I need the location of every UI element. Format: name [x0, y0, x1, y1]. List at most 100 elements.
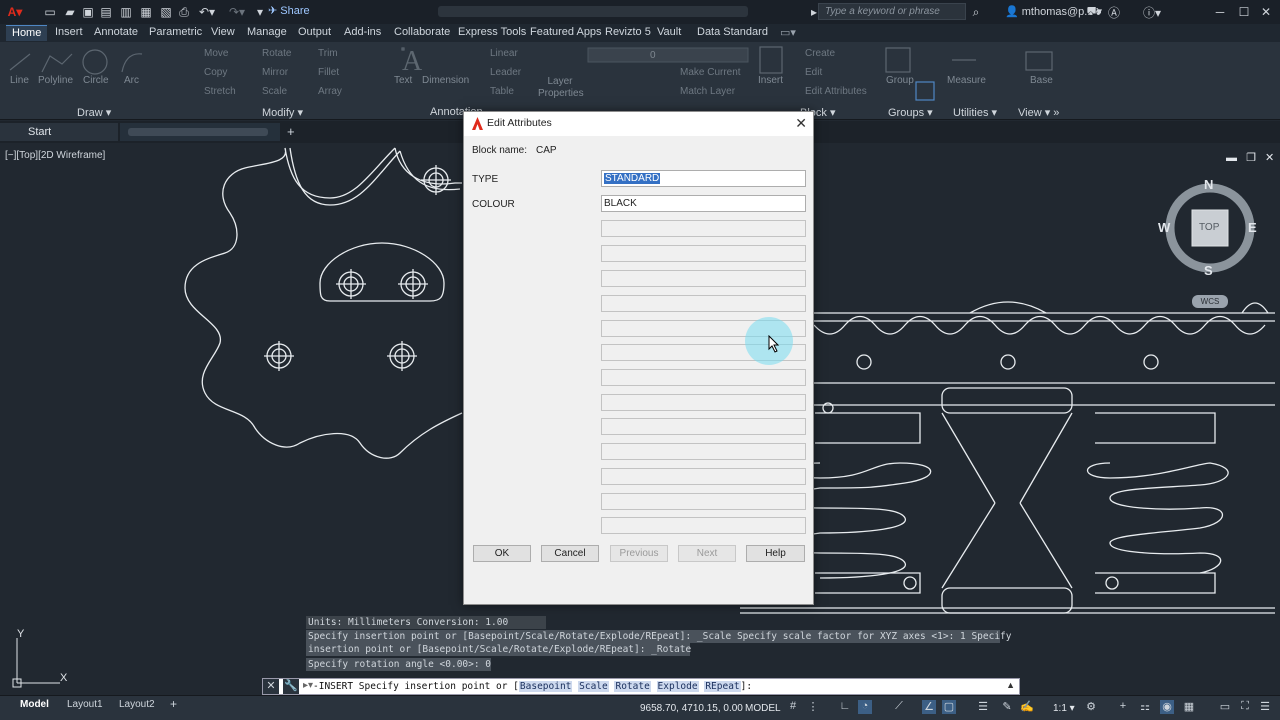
insert-block-tool[interactable]: Insert — [758, 75, 783, 86]
layer-dropdown[interactable]: 0 — [650, 50, 656, 61]
redo-icon[interactable]: ↷▾ — [226, 4, 248, 20]
viewcube-top-face[interactable]: TOP — [1199, 222, 1219, 233]
isolate-objects-icon[interactable]: ◉ — [1160, 700, 1174, 714]
search-input[interactable]: Type a keyword or phrase — [818, 3, 966, 20]
viewport-controls-label[interactable]: [−][Top][2D Wireframe] — [5, 150, 105, 161]
snap-icon[interactable]: ⋮ — [806, 700, 820, 714]
cancel-button[interactable]: Cancel — [541, 545, 599, 562]
make-current-tool[interactable]: Make Current — [680, 67, 741, 78]
viewport-minimize-icon[interactable]: ▬ — [1226, 152, 1237, 164]
close-command-line-icon[interactable]: ✕ — [263, 679, 279, 694]
autodesk-a360-icon[interactable]: Ⓐ — [1106, 4, 1122, 20]
save-icon[interactable]: ▤ — [98, 4, 114, 20]
dimension-tool[interactable]: Dimension — [422, 75, 469, 86]
viewport-close-icon[interactable]: ✕ — [1265, 152, 1274, 164]
new-icon[interactable]: ▭ — [42, 4, 58, 20]
add-layout-icon[interactable]: + — [170, 697, 177, 711]
save-web-icon[interactable]: ▥ — [118, 4, 134, 20]
tab-drawing[interactable] — [120, 123, 280, 141]
save-as-icon[interactable]: ▦ — [138, 4, 154, 20]
recent-commands-icon[interactable]: ▸▾ — [303, 680, 313, 691]
dialog-title-bar[interactable]: Edit Attributes ✕ — [464, 112, 813, 136]
fillet-tool[interactable]: Fillet — [318, 67, 339, 78]
tab-view[interactable]: View — [211, 26, 235, 38]
open-icon[interactable]: ▰ — [62, 4, 78, 20]
edit-attributes-tool[interactable]: Edit Attributes — [805, 86, 867, 97]
command-history-icon[interactable]: ▲ — [1006, 680, 1015, 690]
option-scale[interactable]: Scale — [578, 681, 609, 692]
maximize-icon[interactable]: ☐ — [1236, 4, 1252, 20]
stretch-tool[interactable]: Stretch — [204, 86, 236, 97]
grid-icon[interactable]: # — [786, 700, 800, 714]
search-icon[interactable]: ⌕ — [968, 4, 984, 20]
share-button[interactable]: ✈ Share — [268, 4, 310, 17]
create-block-tool[interactable]: Create — [805, 48, 835, 59]
viewport-restore-icon[interactable]: ❐ — [1246, 152, 1256, 164]
option-repeat[interactable]: REpeat — [704, 681, 741, 692]
base-view-tool[interactable]: Base — [1030, 75, 1053, 86]
tab-output[interactable]: Output — [298, 26, 331, 38]
undo-icon[interactable]: ↶▾ — [196, 4, 218, 20]
measure-tool[interactable]: Measure — [947, 75, 986, 86]
customize-icon[interactable]: 🔧 — [283, 679, 299, 694]
trim-tool[interactable]: Trim — [318, 48, 338, 59]
next-button[interactable]: Next — [678, 545, 736, 562]
circle-tool[interactable]: Circle — [83, 75, 109, 86]
rotate-tool[interactable]: Rotate — [262, 48, 291, 59]
mirror-tool[interactable]: Mirror — [262, 67, 288, 78]
table-tool[interactable]: Table — [490, 86, 514, 97]
object-snap-icon[interactable]: ▢ — [942, 700, 956, 714]
dialog-close-icon[interactable]: ✕ — [795, 115, 807, 132]
tab-express-tools[interactable]: Express Tools — [458, 26, 526, 38]
tab-home[interactable]: Home — [6, 25, 48, 41]
match-layer-tool[interactable]: Match Layer — [680, 86, 735, 97]
tab-insert[interactable]: Insert — [55, 26, 83, 38]
draw-panel-label[interactable]: Draw ▾ — [77, 106, 111, 119]
previous-button[interactable]: Previous — [610, 545, 668, 562]
copy-tool[interactable]: Copy — [204, 67, 227, 78]
view-panel-label[interactable]: View ▾ » — [1018, 106, 1059, 119]
help-button[interactable]: Help — [746, 545, 805, 562]
cart-icon[interactable]: ⛟ — [1086, 4, 1102, 20]
clean-screen-icon[interactable]: ▭ — [1218, 700, 1232, 714]
help-icon[interactable]: ⓘ▾ — [1140, 4, 1164, 20]
viewcube[interactable] — [1160, 178, 1260, 301]
array-tool[interactable]: Array — [318, 86, 342, 97]
annotation-monitor-icon[interactable]: ✎ — [1000, 700, 1014, 714]
line-tool[interactable]: Line — [10, 75, 29, 86]
viewcube-east[interactable]: E — [1248, 220, 1257, 235]
tab-vault[interactable]: Vault — [657, 26, 681, 38]
option-basepoint[interactable]: Basepoint — [518, 681, 573, 692]
open-web-icon[interactable]: ▣ — [80, 4, 96, 20]
model-space-toggle[interactable]: MODEL — [745, 703, 781, 714]
tab-model[interactable]: Model — [20, 699, 49, 710]
isodraft-icon[interactable]: ⟋ — [892, 700, 906, 714]
customize-qat-icon[interactable]: ▾ — [252, 4, 268, 20]
coordinates-readout[interactable]: 9658.70, 4710.15, 0.00 — [640, 703, 743, 714]
units-icon[interactable]: ⚏ — [1138, 700, 1152, 714]
new-tab-icon[interactable]: + — [287, 124, 295, 139]
tab-annotate[interactable]: Annotate — [94, 26, 138, 38]
group-tool[interactable]: Group — [886, 75, 914, 86]
tab-manage[interactable]: Manage — [247, 26, 287, 38]
app-menu-button[interactable]: A▾ — [4, 4, 26, 20]
command-line[interactable]: ✕ 🔧 ▸▾ -INSERT Specify insertion point o… — [262, 678, 1020, 695]
leader-tool[interactable]: Leader — [490, 67, 521, 78]
tab-data-standard[interactable]: Data Standard — [697, 26, 768, 38]
tab-layout1[interactable]: Layout1 — [67, 699, 103, 710]
modify-panel-label[interactable]: Modify ▾ — [262, 106, 303, 119]
fullscreen-icon[interactable]: ⛶ — [1238, 700, 1252, 714]
scale-tool[interactable]: Scale — [262, 86, 287, 97]
tab-add-ins[interactable]: Add-ins — [344, 26, 381, 38]
polar-icon[interactable]: ◔ — [858, 700, 872, 714]
attribute-value-type[interactable]: STANDARD — [601, 170, 806, 187]
groups-panel-label[interactable]: Groups ▾ — [888, 106, 933, 119]
lineweight-icon[interactable]: ☰ — [976, 700, 990, 714]
minimize-icon[interactable]: ─ — [1212, 4, 1228, 20]
hardware-acceleration-icon[interactable]: ▦ — [1182, 700, 1196, 714]
annotation-scale[interactable]: 1:1 ▾ — [1053, 703, 1075, 714]
workspace-gear-icon[interactable]: ⚙ — [1084, 700, 1098, 714]
tab-start[interactable]: Start — [0, 123, 118, 141]
move-tool[interactable]: Move — [204, 48, 228, 59]
edit-block-tool[interactable]: Edit — [805, 67, 822, 78]
